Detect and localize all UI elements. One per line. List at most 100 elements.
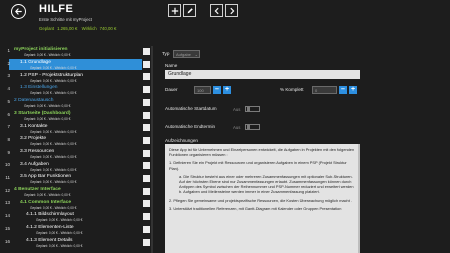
notes-paragraph: 1. Definieren Sie ein Projekt mit Ressou… (169, 160, 347, 171)
toggle-knob (246, 107, 250, 112)
task-row-number: 3 (7, 73, 10, 79)
task-row[interactable]: 15 4.1.2 Elementen-Liste Geplant: 0,00 € -… (0, 224, 154, 236)
auto-start-label: Automatische Startdatum (165, 106, 217, 111)
task-row-checkbox[interactable] (143, 136, 150, 144)
task-row[interactable]: 12 4 Benutzer Interface Geplant: 0,00 € - … (0, 186, 154, 198)
task-row-checkbox[interactable] (143, 200, 150, 208)
page-title: HILFE (39, 3, 74, 15)
percent-decrease-button[interactable]: – (339, 86, 347, 94)
task-row-checkbox[interactable] (143, 98, 150, 106)
task-detail-panel: Typ Aufgabe ⌄ Name Grundlage Dauer 100 –… (162, 46, 450, 253)
duration-label: Dauer (165, 87, 178, 92)
back-button[interactable] (11, 4, 26, 19)
duration-field[interactable]: 100 (194, 86, 211, 94)
task-row[interactable]: 7 3.1 Kontakte Geplant: 0,00 € - Wirklich:… (0, 122, 154, 134)
actual-value: 740,00 € (99, 26, 117, 31)
task-row[interactable]: 2 1.1 Grundlage Geplant: 0,00 € - Wirklich… (0, 58, 154, 71)
task-row[interactable]: 3 1.2 PSP - Projektstrukturplan Geplant: 0… (0, 71, 154, 83)
add-button[interactable] (168, 4, 181, 17)
type-select-value: Aufgabe (176, 52, 191, 57)
planned-value: 1.265,00 € (57, 26, 78, 31)
task-row[interactable]: 5 2 Datenaustausch Geplant: 0,00 € - Wirkl… (0, 97, 154, 109)
type-select[interactable]: Aufgabe ⌄ (173, 50, 200, 58)
task-row-name: 3.5 App Bar Funktionen (20, 174, 72, 180)
task-row-name: 4.1.3 Element Details (26, 237, 73, 243)
task-row[interactable]: 16 4.1.3 Element Details Geplant: 0,00 € -… (0, 237, 154, 249)
task-row-budget: Geplant: 0,00 € - Wirklich: 0,00 € (24, 104, 71, 109)
task-row[interactable]: 8 3.2 Projekte Geplant: 0,00 € - Wirklich:… (0, 135, 154, 147)
task-row-budget: Geplant: 0,00 € - Wirklich: 0,00 € (24, 116, 71, 121)
task-row-checkbox[interactable] (143, 124, 150, 132)
task-row-checkbox[interactable] (143, 111, 150, 119)
task-row-number: 6 (7, 111, 10, 117)
auto-end-toggle[interactable] (245, 124, 260, 130)
task-row-name: 3 Startseite (Dashboard) (14, 110, 71, 116)
notes-paragraph: 3. Unterstützt traditionellen Referenzen… (169, 205, 342, 211)
notes-paragraph: b. Aufgaben und Meilensteine werden imme… (179, 189, 320, 195)
task-row-number: 8 (7, 136, 10, 142)
add-icon (171, 7, 178, 14)
next-button[interactable] (225, 4, 238, 17)
task-row-name: 3.4 Aufgaben (20, 161, 49, 167)
task-row[interactable]: 11 3.5 App Bar Funktionen Geplant: 0,00 € … (0, 173, 154, 185)
duration-increase-button[interactable]: + (223, 86, 231, 94)
notes-paragraph: a. Die Struktur besteht aus einer oder m… (179, 173, 354, 190)
task-row-number: 2 (7, 60, 10, 66)
task-row-name: 4.1 Common Interface (20, 199, 72, 205)
percent-increase-button[interactable]: + (349, 86, 357, 94)
task-row-name: 1.3 Einstellungen (20, 85, 58, 91)
percent-complete-field[interactable]: 0 (312, 86, 337, 94)
edit-icon (187, 7, 193, 13)
chevron-left-icon (214, 7, 219, 14)
task-row-name: 4.1.2 Elementen-Liste (26, 225, 74, 231)
task-row-checkbox[interactable] (143, 86, 150, 94)
percent-complete-label: % Komplett (280, 87, 304, 92)
task-row-number: 16 (4, 238, 10, 244)
task-row-name: 3.3 Ressourcen (20, 148, 55, 154)
minus-icon: – (215, 86, 219, 93)
task-row-number: 15 (4, 225, 10, 231)
task-row-number: 1 (7, 48, 10, 53)
task-row-checkbox[interactable] (143, 48, 150, 55)
task-row[interactable]: 9 3.3 Ressourcen Geplant: 0,00 € - Wirklic… (0, 148, 154, 160)
task-row-number: 11 (5, 175, 10, 180)
plus-icon: + (224, 86, 230, 93)
task-row-checkbox[interactable] (143, 60, 150, 68)
task-row-checkbox[interactable] (143, 213, 150, 221)
arrow-left-icon (15, 8, 22, 15)
edit-button[interactable] (183, 4, 196, 17)
task-row-checkbox[interactable] (143, 73, 150, 81)
notes-paragraph: 2. Pflegen Sie gemeinsame und projektspe… (169, 197, 352, 203)
task-row[interactable]: 1 myProject initialisieren Geplant: 0,00 €… (0, 46, 154, 58)
task-row-budget: Geplant: 0,00 € - Wirklich: 0,00 € (30, 205, 77, 210)
task-row-number: 13 (4, 200, 10, 206)
task-row[interactable]: 13 4.1 Common Interface Geplant: 0,00 € - … (0, 198, 154, 210)
auto-end-label: Automatische Endtermin (165, 124, 216, 129)
task-row[interactable]: 14 4.1.1 Bildschirmlayout Geplant: 0,00 € … (0, 211, 154, 223)
task-row-budget: Geplant: 0,00 € - Wirklich: 0,00 € (30, 180, 77, 185)
duration-decrease-button[interactable]: – (213, 86, 221, 94)
task-row[interactable]: 6 3 Startseite (Dashboard) Geplant: 0,00 €… (0, 110, 154, 122)
task-row-checkbox[interactable] (143, 175, 150, 182)
notes-label: Aufzeichnungen (165, 138, 198, 143)
chevron-down-icon: ⌄ (194, 52, 198, 57)
previous-button[interactable] (210, 4, 223, 17)
task-row-number: 10 (4, 162, 10, 168)
task-list-scrollbar[interactable] (151, 46, 153, 253)
auto-start-toggle[interactable] (245, 106, 260, 112)
task-row-checkbox[interactable] (143, 225, 150, 233)
notes-scrollbar[interactable] (358, 144, 360, 253)
task-row-budget: Geplant: 0,00 € - Wirklich: 0,00 € (24, 193, 71, 198)
task-row[interactable]: 4 1.3 Einstellungen Geplant: 0,00 € - Wirk… (0, 84, 154, 96)
task-row-checkbox[interactable] (143, 149, 150, 157)
name-field[interactable]: Grundlage (165, 70, 360, 79)
task-row-checkbox[interactable] (143, 162, 150, 170)
notes-textarea[interactable]: Diese App ist für Unternehmen und Einzel… (165, 144, 360, 253)
task-row-checkbox[interactable] (143, 238, 150, 246)
task-row-budget: Geplant: 0,00 € - Wirklich: 0,00 € (30, 66, 77, 71)
task-row-checkbox[interactable] (143, 187, 150, 195)
task-row-number: 14 (4, 213, 10, 219)
task-row[interactable]: 10 3.4 Aufgaben Geplant: 0,00 € - Wirklich… (0, 160, 154, 172)
task-row-name: 1.1 Grundlage (20, 60, 51, 66)
task-row-number: 4 (7, 86, 10, 92)
